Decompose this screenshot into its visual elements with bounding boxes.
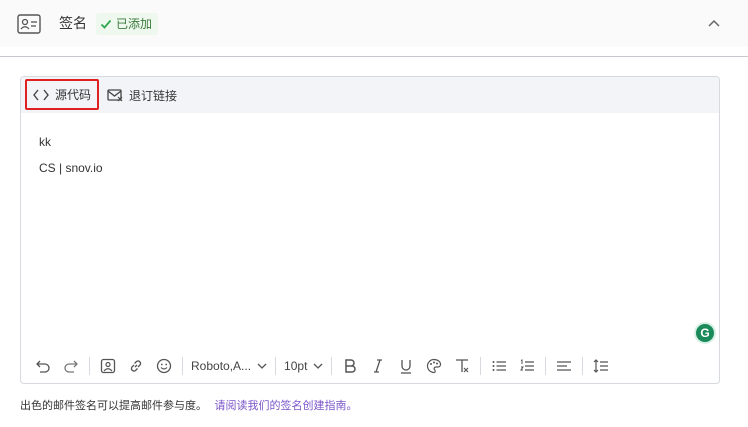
editor-content[interactable]: kk CS | snov.io <box>39 129 103 181</box>
chevron-up-icon[interactable] <box>707 17 721 29</box>
font-size-select[interactable]: 10pt <box>280 352 327 380</box>
formatting-toolbar: Roboto,A... 10pt <box>21 349 719 383</box>
toolbar-separator <box>182 357 183 375</box>
footer-hint: 出色的邮件签名可以提高邮件参与度。 请阅读我们的签名创建指南。 <box>20 399 358 413</box>
chevron-down-icon <box>257 363 267 369</box>
redo-icon[interactable] <box>57 352 85 380</box>
toolbar-separator <box>545 357 547 375</box>
font-family-value: Roboto,A... <box>191 359 252 373</box>
underline-icon[interactable] <box>392 352 420 380</box>
line-height-icon[interactable] <box>587 352 615 380</box>
chevron-down-icon <box>313 363 323 369</box>
mail-unsubscribe-icon <box>107 89 123 102</box>
toolbar-separator <box>89 357 90 375</box>
code-brackets-icon <box>33 89 49 100</box>
section-title: 签名 <box>59 16 87 32</box>
status-badge-text: 已添加 <box>116 17 153 31</box>
source-code-label: 源代码 <box>55 88 92 102</box>
numbered-list-icon[interactable] <box>513 352 541 380</box>
content-line: CS | snov.io <box>39 161 103 175</box>
italic-icon[interactable] <box>364 352 392 380</box>
bold-icon[interactable] <box>336 352 364 380</box>
toolbar-separator <box>582 357 584 375</box>
clear-format-icon[interactable] <box>448 352 476 380</box>
source-code-button[interactable]: 源代码 <box>25 79 99 110</box>
emoji-icon[interactable] <box>150 352 178 380</box>
text-color-icon[interactable] <box>420 352 448 380</box>
status-badge: 已添加 <box>96 13 159 35</box>
font-size-value: 10pt <box>284 359 308 373</box>
toolbar-separator <box>275 357 277 375</box>
bullet-list-icon[interactable] <box>485 352 513 380</box>
check-icon <box>100 19 112 29</box>
section-divider <box>0 56 748 57</box>
signature-editor[interactable]: 源代码 退订链接 kk CS | snov.io G Roboto,A... 1… <box>20 76 720 384</box>
undo-icon[interactable] <box>29 352 57 380</box>
content-line: kk <box>39 135 51 149</box>
unsubscribe-link-label: 退订链接 <box>129 88 178 103</box>
unsubscribe-link-button[interactable]: 退订链接 <box>107 85 177 105</box>
toolbar-separator <box>331 357 333 375</box>
link-icon[interactable] <box>122 352 150 380</box>
toolbar-separator <box>480 357 482 375</box>
signature-section-header[interactable]: 签名 已添加 <box>0 0 748 47</box>
grammarly-icon[interactable]: G <box>694 322 716 344</box>
footer-text: 出色的邮件签名可以提高邮件参与度。 <box>20 399 207 412</box>
id-card-icon <box>17 14 41 34</box>
signature-guide-link[interactable]: 请阅读我们的签名创建指南。 <box>215 399 358 412</box>
font-family-select[interactable]: Roboto,A... <box>187 352 271 380</box>
editor-topbar: 源代码 退订链接 <box>21 77 719 113</box>
image-icon[interactable] <box>94 352 122 380</box>
align-icon[interactable] <box>550 352 578 380</box>
